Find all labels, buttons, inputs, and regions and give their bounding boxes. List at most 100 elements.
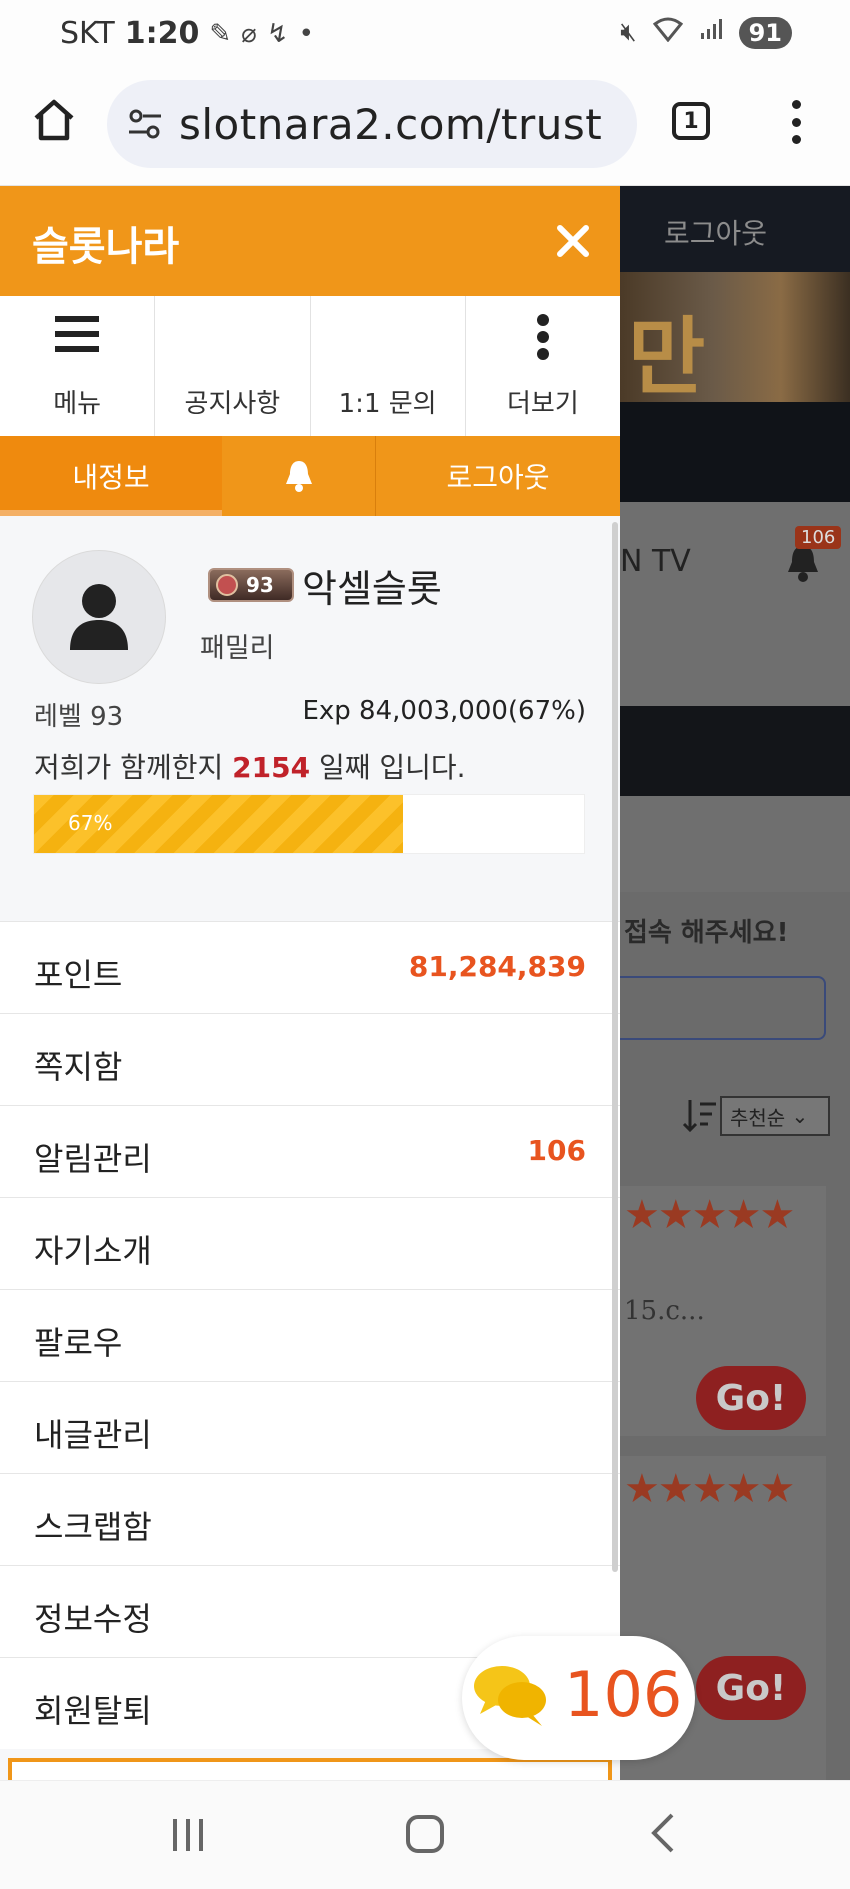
exp-progress-fill: 67% — [34, 795, 403, 853]
nickname: 악셀슬롯 — [302, 567, 442, 611]
chat-floating-button[interactable]: 106 — [462, 1636, 695, 1760]
bg-banner: 만 — [620, 272, 850, 406]
browser-toolbar: slotnara2.com/trust 1 — [0, 72, 850, 186]
level-emblem-icon — [216, 574, 238, 596]
menu-item-follow[interactable]: 팔로우 — [0, 1289, 620, 1381]
menu-item-notifications[interactable]: 알림관리 106 — [0, 1105, 620, 1197]
bg-banner-text: 만 — [628, 308, 706, 406]
system-home-icon[interactable] — [406, 1815, 444, 1853]
quick-link-menu[interactable]: 메뉴 — [0, 296, 156, 436]
mute-icon: 🔇︎ — [620, 17, 637, 47]
drawer-header: 슬롯나라 — [0, 186, 620, 296]
carrier-label: SKT — [60, 16, 115, 51]
battery-indicator: 91 — [738, 16, 792, 49]
bg-select-box — [620, 976, 826, 1040]
menu-item-value: 106 — [527, 1134, 586, 1167]
exp-progress-label: 67% — [68, 811, 113, 835]
tab-my-info[interactable]: 내정보 — [0, 436, 222, 516]
user-icon — [70, 584, 128, 650]
status-left: SKT 1:20 ✎ ⌀ ↯ • — [60, 16, 314, 51]
quick-link-label: 공지사항 — [184, 389, 281, 419]
bg-tv-label: N TV — [620, 544, 691, 579]
more-notifications-dot-icon: • — [298, 18, 314, 49]
menu-item-label: 포인트 — [34, 956, 123, 994]
bg-rating-stars: ★★★★★ — [624, 1466, 795, 1512]
signal-icon — [699, 17, 723, 48]
bell-icon — [285, 461, 312, 492]
quick-link-label: 1:1 문의 — [338, 389, 437, 419]
home-icon[interactable] — [30, 96, 78, 144]
quick-link-more[interactable]: 더보기 — [466, 296, 620, 436]
menu-item-my-posts[interactable]: 내글관리 — [0, 1381, 620, 1473]
bg-dark-band-2 — [620, 706, 850, 796]
app-notification-icon: ↯ — [266, 18, 289, 49]
bg-sort-icon — [680, 1096, 720, 1136]
days-suffix: 일째 입니다. — [318, 751, 466, 784]
bg-header: 로그아웃 — [620, 186, 850, 272]
clock: 1:20 — [124, 16, 200, 51]
bg-dark-band — [620, 402, 850, 502]
wifi-icon — [652, 16, 683, 49]
level-badge-number: 93 — [246, 573, 274, 597]
drawer-scrollbar[interactable] — [612, 522, 618, 1572]
mute-edit-icon: ⌀ — [241, 18, 257, 49]
bg-notice-text: 접속 해주세요! — [624, 918, 789, 948]
tab-notifications[interactable] — [222, 436, 376, 516]
system-nav-bar — [0, 1780, 850, 1889]
menu-item-label: 스크랩함 — [34, 1508, 152, 1546]
bg-bell-badge: 106 — [795, 526, 842, 549]
drawer-tabs: 내정보 로그아웃 — [0, 436, 620, 516]
bg-go-button: Go! — [696, 1366, 806, 1430]
membership-days: 저희가 함께한지 2154 일째 입니다. — [34, 746, 466, 786]
days-prefix: 저희가 함께한지 — [34, 751, 224, 784]
member-grade: 패밀리 — [200, 633, 275, 664]
exp-progress-bar: 67% — [33, 794, 585, 854]
bg-logout-link: 로그아웃 — [664, 217, 768, 250]
status-right: 🔇︎ 91 — [620, 16, 792, 49]
side-drawer: 슬롯나라 메뉴 공지사항 1:1 문의 더보기 내정보 로그아웃 93 악셀슬롯… — [0, 186, 620, 1780]
close-icon[interactable] — [556, 224, 590, 258]
status-bar: SKT 1:20 ✎ ⌀ ↯ • 🔇︎ 91 — [0, 0, 850, 72]
quick-link-label: 메뉴 — [53, 389, 102, 419]
menu-item-messages[interactable]: 쪽지함 — [0, 1013, 620, 1105]
menu-item-scrap[interactable]: 스크랩함 — [0, 1473, 620, 1565]
drawer-bottom-banner — [8, 1758, 612, 1780]
site-settings-icon[interactable] — [127, 106, 163, 142]
menu-item-label: 회원탈퇴 — [34, 1692, 152, 1730]
profile-panel: 93 악셀슬롯 패밀리 레벨 93 Exp 84,003,000(67%) 저희… — [0, 516, 620, 921]
quick-link-inquiry[interactable]: 1:1 문의 — [311, 296, 466, 436]
menu-item-label: 쪽지함 — [34, 1048, 123, 1086]
notification-icon: ✎ — [209, 18, 232, 49]
level-text: 레벨 93 — [34, 702, 124, 732]
menu-item-label: 내글관리 — [34, 1416, 152, 1454]
avatar — [32, 550, 166, 684]
browser-menu-icon[interactable] — [786, 100, 806, 144]
bg-sort-option: 추천순 — [730, 1105, 786, 1130]
quick-link-label: 더보기 — [506, 389, 579, 419]
bg-rating-stars: ★★★★★ — [624, 1192, 795, 1238]
bg-card-1: ★★★★★ 15.c... Go! — [620, 1186, 826, 1436]
quick-links: 메뉴 공지사항 1:1 문의 더보기 — [0, 296, 620, 436]
background-page: 로그아웃 만 N TV 106 접속 해주세요! 추천순 ⌄ ★★★★★ 15.… — [620, 186, 850, 1780]
quick-link-notice[interactable]: 공지사항 — [155, 296, 311, 436]
chat-bubbles-icon — [474, 1666, 546, 1726]
menu-item-label: 정보수정 — [34, 1600, 152, 1638]
hamburger-icon — [55, 316, 100, 352]
level-badge: 93 — [208, 568, 294, 602]
menu-item-points[interactable]: 포인트 81,284,839 — [0, 921, 620, 1013]
menu-item-introduction[interactable]: 자기소개 — [0, 1197, 620, 1289]
tab-switcher-button[interactable]: 1 — [672, 102, 710, 140]
days-count: 2154 — [232, 751, 311, 784]
bg-sort-select: 추천순 ⌄ — [720, 1096, 830, 1136]
chat-count: 106 — [564, 1658, 683, 1731]
account-menu: 포인트 81,284,839 쪽지함 알림관리 106 자기소개 팔로우 내글관… — [0, 921, 620, 1749]
menu-item-label: 팔로우 — [34, 1324, 123, 1362]
tab-logout[interactable]: 로그아웃 — [376, 436, 620, 516]
vertical-dots-icon — [536, 314, 549, 360]
url-text: slotnara2.com/trust — [179, 99, 603, 149]
menu-item-label: 알림관리 — [34, 1140, 152, 1178]
back-icon[interactable] — [650, 1811, 676, 1855]
bg-chevron-icon: ⌄ — [785, 1104, 809, 1128]
recent-apps-icon[interactable] — [170, 1817, 206, 1853]
address-bar[interactable]: slotnara2.com/trust — [107, 80, 637, 168]
